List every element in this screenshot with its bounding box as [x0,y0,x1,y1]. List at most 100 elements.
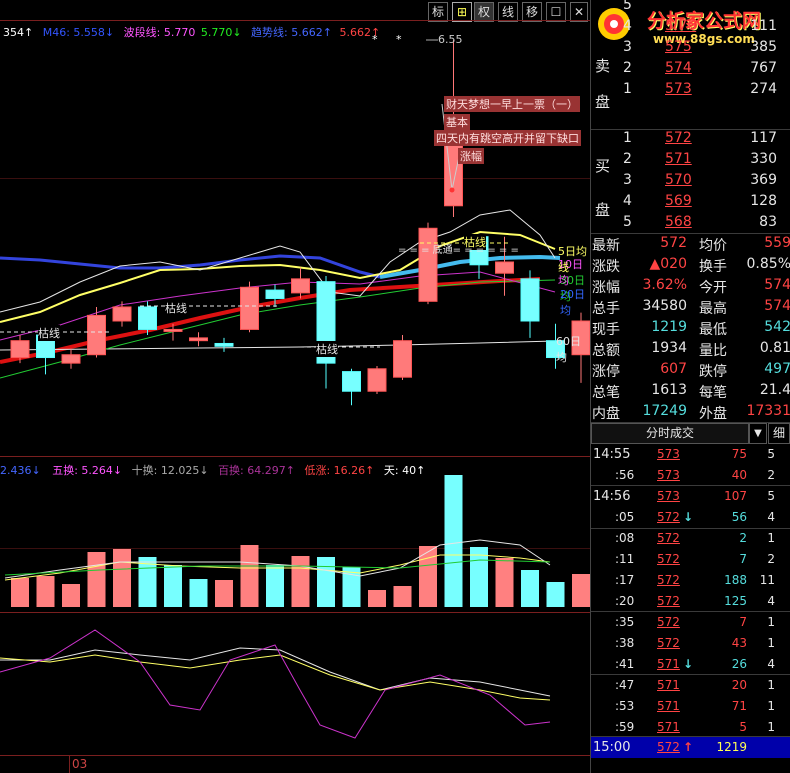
dropdown-arrow-icon[interactable]: ▼ [749,423,767,444]
trade-price: 571 [657,699,680,713]
candlestick [418,222,438,305]
order-volume: 274 [750,81,777,97]
trade-price: 571 [657,720,680,734]
trade-volume: 7 [739,552,747,566]
quote-panel: 分析家公式网 www.88gs.com 卖 盘 5 4 5.76 111 3 575 385… [590,0,790,773]
stat-label: 最低 [699,322,727,338]
stat-label: 总额 [592,343,620,359]
order-level: 5 [623,0,632,13]
order-level: 4 [623,18,632,34]
volume-bar-group [11,475,590,607]
trade-row[interactable]: 14:56 573 107 5 [591,486,790,507]
trade-time: 14:55 [593,447,631,462]
sell-order-row[interactable]: 5 [591,0,790,17]
stat-label: 涨跌 [592,259,620,275]
buy-order-row[interactable]: 1 572 117 [591,129,790,150]
stat-value: ▲020 [649,256,688,272]
trade-row[interactable]: 14:55 573 75 5 [591,444,790,465]
trade-time: :05 [615,510,635,524]
kline-chart-area[interactable]: 标 ⊞ 权 线 移 ☐ ✕ 354↑ M46: 5.558↓ 波段线: 5.77… [0,0,590,773]
buy-order-row[interactable]: 5 568 83 [591,213,790,234]
sell-order-row[interactable]: 3 575 385 [591,38,790,59]
stat-value: 1934 [651,340,687,356]
order-price: 574 [665,60,692,76]
candlestick [367,365,387,395]
trade-row[interactable]: :47 571 20 1 [591,675,790,696]
trade-row[interactable]: :59 571 5 1 [591,717,790,738]
candlestick [291,267,310,299]
ku-line-label: 枯线 [316,341,338,357]
detail-button[interactable]: 细 [768,423,790,444]
star-marker: * [372,33,378,46]
order-level: 3 [623,172,632,188]
trade-volume: 188 [724,573,747,587]
stat-row: 总笔 1613 每笔 21.4 [591,381,790,402]
trade-row[interactable]: :35 572 7 1 [591,612,790,633]
stat-label: 外盘 [699,406,727,422]
trade-volume: 40 [731,468,747,482]
ku-line-label: 枯线 [165,300,187,316]
stat-label: 最高 [699,301,727,317]
trade-count: 4 [767,510,775,524]
ku-line-label: 枯线 [38,325,60,341]
ma20-label: 20日均 [560,288,585,317]
candlestick [520,270,540,338]
buy-order-row[interactable]: 2 571 330 [591,150,790,171]
order-price: 570 [665,172,692,188]
trades-tab-bar: 分时成交 ▼ 细 [591,423,790,444]
trade-volume: 71 [731,699,747,713]
order-volume: 330 [750,151,777,167]
stat-value: 34580 [642,298,687,314]
trade-row[interactable]: 15:00 572 ↑ 1219 [591,737,790,758]
trade-row[interactable]: :08 572 2 1 [591,528,790,549]
trade-volume: 2 [739,531,747,545]
volume-bar [444,475,463,607]
trade-row[interactable]: :05 572 ↓ 56 4 [591,507,790,528]
chart-svg [0,20,590,773]
trade-row[interactable]: :20 572 125 4 [591,591,790,612]
trade-volume: 107 [724,489,747,503]
trade-volume: 56 [731,510,747,524]
stat-value: 1219 [651,319,687,335]
volume-bar [317,557,335,607]
stat-row: 涨跌 ▲020 换手 0.85% [591,255,790,276]
buy-order-row[interactable]: 3 570 369 [591,171,790,192]
trade-count: 1 [767,531,775,545]
sell-order-row[interactable]: 1 573 274 [591,80,790,101]
trade-row[interactable]: :38 572 43 1 [591,633,790,654]
volume-bar [368,590,386,607]
channel-label: = = = 底通= = = = = = [398,245,519,256]
stat-row: 涨幅 3.62% 今开 574 [591,276,790,297]
trade-row[interactable]: :53 571 71 1 [591,696,790,717]
order-volume: 767 [750,60,777,76]
trade-row[interactable]: :56 573 40 2 [591,465,790,486]
trade-price: 573 [657,447,680,461]
osc-magenta-line [0,629,551,739]
sell-order-row[interactable]: 4 5.76 111 [591,17,790,38]
trade-row[interactable]: :11 572 7 2 [591,549,790,570]
trade-price: 571 [657,657,680,671]
annotation-label: 四天内有跳空高开并留下缺口 [434,130,581,146]
stat-value: 3.62% [642,277,687,293]
tab-time-sales[interactable]: 分时成交 [591,423,749,444]
stat-label: 总手 [592,301,620,317]
annotation-label: 涨幅 [458,148,484,164]
volume-bar [495,558,514,607]
trade-direction-icon: ↓ [683,510,694,524]
osc-yellow-line [0,654,551,701]
order-level: 3 [623,39,632,55]
trade-price: 572 [657,510,680,524]
trade-count: 1 [767,720,775,734]
volume-bar [470,547,488,607]
ma5-label: 5日均线 [558,245,587,274]
trade-count: 5 [767,447,775,461]
trade-row[interactable]: :17 572 188 11 [591,570,790,591]
buy-order-row[interactable]: 4 569 128 [591,192,790,213]
sell-order-row[interactable]: 2 574 767 [591,59,790,80]
trade-price: 572 [657,573,680,587]
candlestick [316,276,336,389]
volume-bar [546,582,565,607]
order-price: 571 [665,151,692,167]
ma-thick-blue-line [0,254,381,279]
trade-row[interactable]: :41 571 ↓ 26 4 [591,654,790,675]
